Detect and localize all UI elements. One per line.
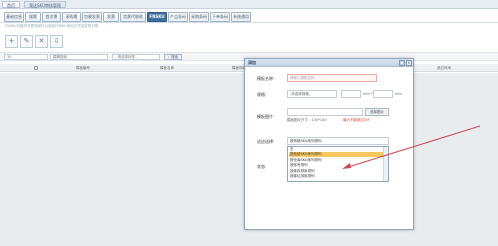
annotation-arrow-icon — [342, 125, 481, 169]
